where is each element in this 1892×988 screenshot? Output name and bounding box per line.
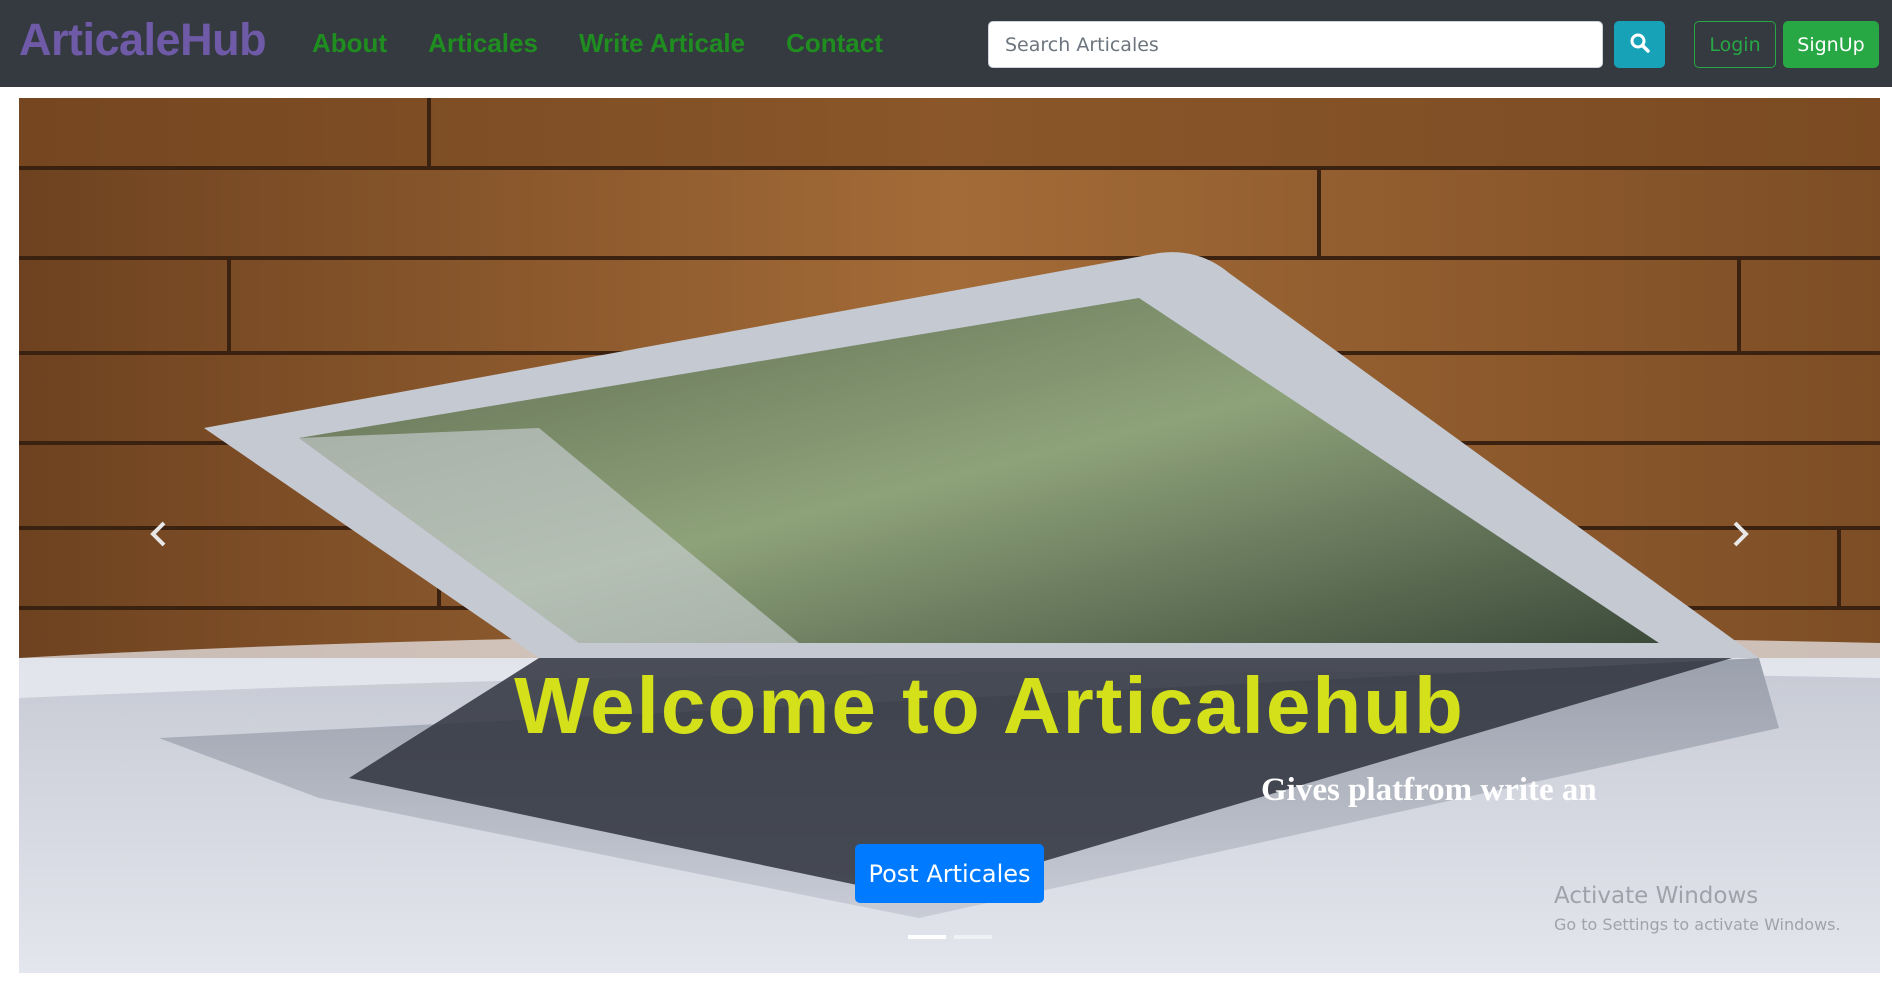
search-button[interactable] <box>1614 21 1665 68</box>
carousel-indicator-2[interactable] <box>954 935 992 939</box>
activate-windows-watermark: Activate Windows Go to Settings to activ… <box>1554 883 1841 934</box>
hero-carousel: Welcome to Articalehub Gives platfrom wr… <box>19 98 1880 973</box>
hero-background-image <box>19 98 1880 973</box>
nav-link-about[interactable]: About <box>312 28 387 59</box>
carousel-prev-control[interactable] <box>139 516 179 556</box>
hero-subtitle: Gives platfrom write an <box>1261 772 1597 808</box>
nav-link-write-articale[interactable]: Write Articale <box>579 28 745 59</box>
nav-link-articales[interactable]: Articales <box>428 28 538 59</box>
watermark-subtitle: Go to Settings to activate Windows. <box>1554 915 1841 934</box>
search-icon <box>1630 33 1650 56</box>
hero-title: Welcome to Articalehub <box>514 661 1465 750</box>
nav-link-contact[interactable]: Contact <box>786 28 883 59</box>
carousel-indicators <box>908 935 992 939</box>
search-input[interactable] <box>988 21 1603 68</box>
chevron-right-icon <box>1728 519 1752 553</box>
watermark-title: Activate Windows <box>1554 883 1759 909</box>
signup-button[interactable]: SignUp <box>1783 21 1879 68</box>
carousel-next-control[interactable] <box>1720 516 1760 556</box>
login-button[interactable]: Login <box>1694 21 1776 68</box>
nav-links: About Articales Write Articale Contact <box>312 28 883 59</box>
carousel-indicator-1[interactable] <box>908 935 946 939</box>
brand-logo[interactable]: ArticaleHub <box>19 14 267 66</box>
navbar: ArticaleHub About Articales Write Artica… <box>0 0 1892 87</box>
chevron-left-icon <box>147 519 171 553</box>
post-articales-button[interactable]: Post Articales <box>855 844 1044 903</box>
